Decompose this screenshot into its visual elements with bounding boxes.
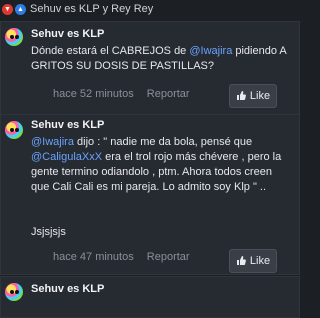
- like-label: Like: [249, 255, 271, 267]
- reactions-summary[interactable]: Sehuv es KLP y Rey Rey: [30, 3, 153, 15]
- like-label: Like: [249, 90, 271, 102]
- post: Sehuv es KLP: [0, 276, 300, 318]
- post-text: Dónde estará el CABREJOS de: [31, 45, 190, 57]
- avatar[interactable]: [5, 28, 23, 46]
- report-link[interactable]: Reportar: [147, 251, 190, 263]
- post-text: Jsjsjsjs: [31, 226, 66, 238]
- post-author[interactable]: Sehuv es KLP: [31, 119, 104, 131]
- post-author[interactable]: Sehuv es KLP: [31, 283, 104, 295]
- post-text: dijo : " nadie me da bola, pensé que: [73, 136, 253, 148]
- dislike-reaction-icon: ▼: [2, 3, 13, 15]
- post-time: hace 52 minutos: [53, 88, 134, 100]
- post-meta: hace 52 minutos Reportar: [53, 88, 200, 100]
- post-meta: hace 47 minutos Reportar: [53, 251, 200, 263]
- like-reaction-icon: ▲: [15, 3, 26, 15]
- post: Sehuv es KLP Dónde estará el CABREJOS de…: [0, 21, 300, 117]
- mention-link[interactable]: @Iwajira: [31, 136, 74, 148]
- avatar[interactable]: [5, 121, 23, 139]
- thumbs-up-icon: [236, 256, 246, 265]
- report-link[interactable]: Reportar: [147, 88, 190, 100]
- mention-link[interactable]: @Iwajira: [189, 45, 232, 57]
- post-body: Dónde estará el CABREJOS de @Iwajira pid…: [31, 44, 289, 74]
- post: Sehuv es KLP @Iwajira dijo : " nadie me …: [0, 114, 300, 275]
- like-button[interactable]: Like: [229, 84, 277, 108]
- post-author[interactable]: Sehuv es KLP: [31, 28, 104, 40]
- thumbs-up-icon: [236, 91, 246, 100]
- post-body: @Iwajira dijo : " nadie me da bola, pens…: [31, 135, 289, 195]
- mention-link[interactable]: @CaligulaXxX: [31, 151, 102, 163]
- post-time: hace 47 minutos: [53, 251, 134, 263]
- reactions-bar[interactable]: ▼ ▲ Sehuv es KLP y Rey Rey: [0, 0, 300, 18]
- like-button[interactable]: Like: [229, 249, 277, 273]
- avatar[interactable]: [5, 283, 23, 301]
